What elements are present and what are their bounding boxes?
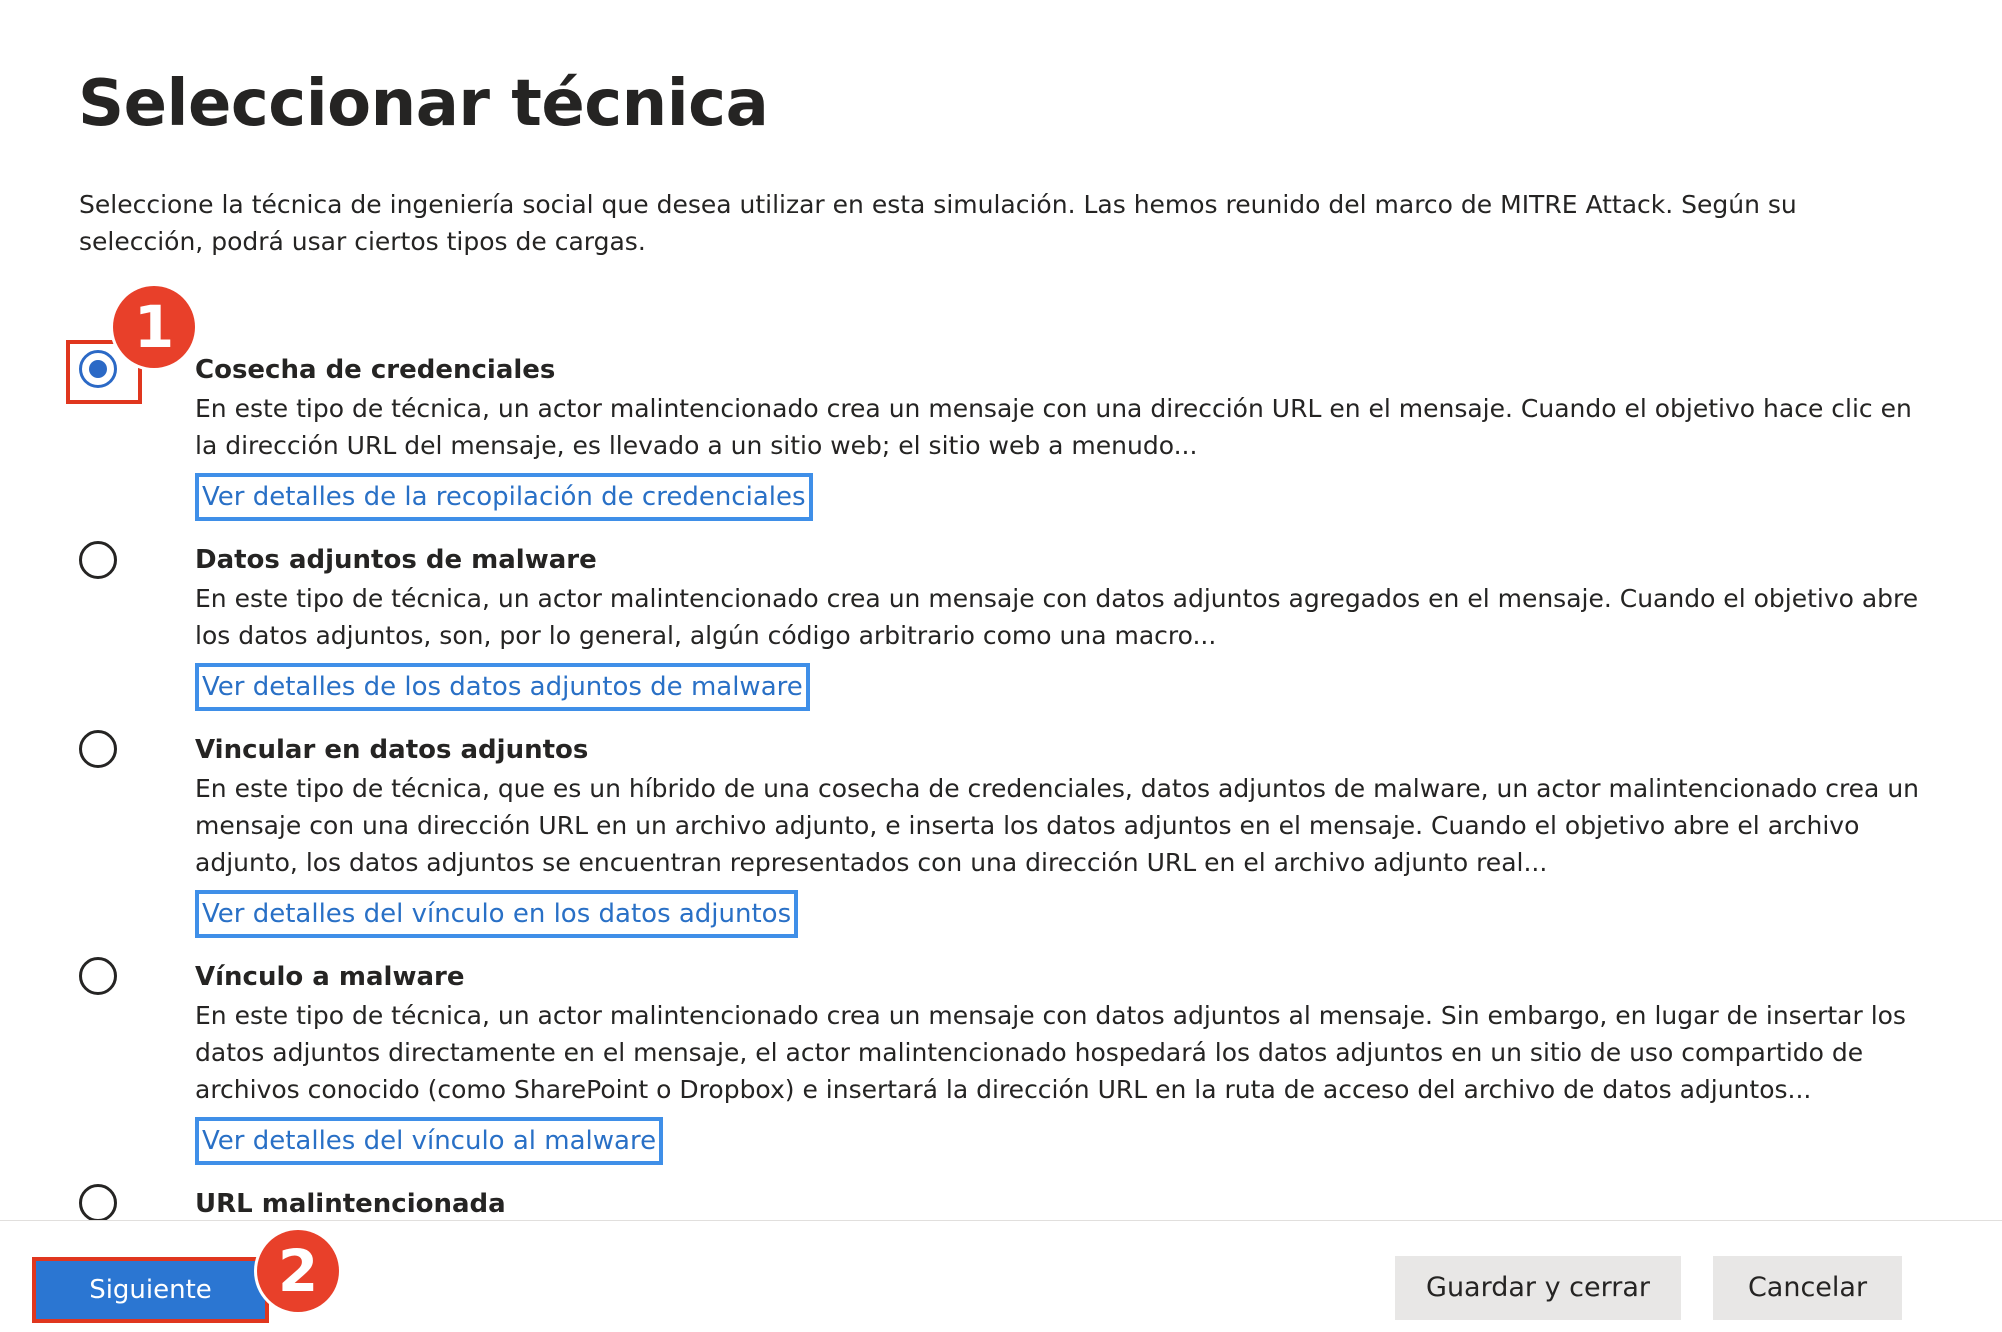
option-description: En este tipo de técnica, un actor malint… (195, 1001, 1906, 1104)
technique-options: Cosecha de credenciales En este tipo de … (0, 0, 2002, 1220)
save-and-close-button[interactable]: Guardar y cerrar (1395, 1256, 1681, 1320)
option-description: En este tipo de técnica, un actor malint… (195, 584, 1919, 650)
details-link-malware-attachment[interactable]: Ver detalles de los datos adjuntos de ma… (195, 663, 810, 711)
option-title: Cosecha de credenciales (195, 355, 556, 385)
step-1-badge: 1 (113, 286, 195, 368)
step-2-badge: 2 (257, 1230, 339, 1312)
option-description: En este tipo de técnica, que es un híbri… (195, 774, 1920, 877)
radio-malicious-url[interactable] (79, 1184, 117, 1220)
option-title: Vincular en datos adjuntos (195, 735, 589, 765)
footer-divider (0, 1220, 2002, 1221)
radio-malware-attachment[interactable] (79, 541, 117, 579)
option-title: URL malintencionada (195, 1189, 506, 1219)
option-title: Datos adjuntos de malware (195, 545, 597, 575)
option-description: En este tipo de técnica, un actor malint… (195, 394, 1912, 460)
option-title: Vínculo a malware (195, 962, 465, 992)
select-technique-page: Seleccionar técnica Seleccione la técnic… (0, 0, 2002, 1332)
details-link-link-in-attachment[interactable]: Ver detalles del vínculo en los datos ad… (195, 890, 799, 938)
details-link-link-to-malware[interactable]: Ver detalles del vínculo al malware (195, 1117, 664, 1165)
radio-link-in-attachment[interactable] (79, 730, 117, 768)
next-button[interactable]: Siguiente (32, 1257, 269, 1323)
radio-link-to-malware[interactable] (79, 957, 117, 995)
details-link-credential-harvest[interactable]: Ver detalles de la recopilación de crede… (195, 473, 813, 521)
cancel-button[interactable]: Cancelar (1713, 1256, 1902, 1320)
